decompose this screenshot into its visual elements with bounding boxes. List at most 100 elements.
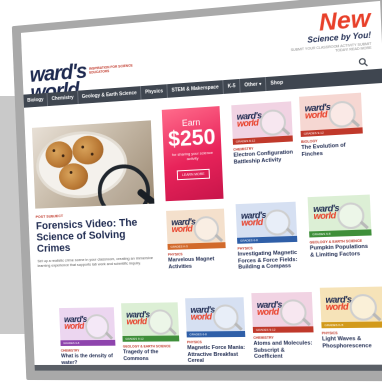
card-thumbnail: ward's world GRADES 6-8 — [235, 201, 298, 244]
nav-item-biology[interactable]: Biology — [23, 92, 49, 108]
magnifier-handle — [214, 233, 224, 243]
article-card[interactable]: ward's world GRADES 6-8 CHEMISTRY What is th… — [59, 307, 116, 366]
card-grade: GRADES K-5 — [321, 321, 382, 329]
nav-item-shop[interactable]: Shop — [266, 76, 287, 91]
card-grade: GRADES 9-12 — [300, 127, 363, 137]
magnifier-handle — [104, 331, 113, 340]
card-grade: GRADES 9-12 — [252, 326, 314, 333]
card-thumbnail: ward's world GRADES 9-12 — [299, 92, 363, 137]
card-grade: GRADES 9-12 — [122, 335, 180, 342]
card-title[interactable]: Magnetic Force Mania: Attractive Breakfa… — [187, 345, 246, 364]
article-card[interactable]: ward's world GRADES 6-8 PHYSICS Magnetic For… — [185, 297, 246, 364]
card-category: CHEMISTRY — [60, 348, 80, 353]
magnifier-icon — [328, 100, 357, 129]
magnifier-handle — [234, 322, 243, 331]
choc-chip — [90, 152, 94, 156]
card-logo: ward's world — [240, 209, 267, 228]
magnifier-handle — [281, 127, 291, 136]
choc-chip — [61, 154, 65, 158]
card-category: PHYSICS — [321, 331, 338, 336]
nav-item-chemistry[interactable]: Chemistry — [47, 90, 79, 107]
search-icon[interactable] — [358, 57, 368, 67]
card-logo: ward's world — [325, 294, 352, 312]
magnifier-icon — [259, 108, 287, 137]
article-card[interactable]: ward's world GRADES 9-12 GEOLOGY & EARTH SC… — [121, 302, 180, 362]
card-thumbnail: ward's world GRADES K-5 — [319, 286, 382, 329]
article-card[interactable]: ward's world GRADES 6-8 PHYSICS Investigatin… — [235, 201, 299, 271]
featured-description: Set up a realistic crime scene in your c… — [37, 255, 154, 268]
magnifier-icon — [336, 201, 365, 230]
card-grade: GRADES 6-8 — [237, 235, 298, 244]
earn-ad[interactable]: Earn $250 for sharing your science activ… — [161, 106, 224, 202]
card-category: PHYSICS — [186, 340, 202, 345]
card-title[interactable]: Marvelous Magnet Activities — [168, 256, 227, 270]
card-category: CHEMISTRY — [253, 335, 274, 340]
featured-post[interactable]: POST SUBJECT Forensics Video: The Scienc… — [31, 120, 157, 268]
article-card[interactable]: ward's world GRADES 6-8 GEOLOGY & EARTH SCI… — [307, 194, 373, 259]
article-card[interactable]: ward's world GRADES 9-12 BIOLOGY The Evoluti… — [299, 92, 364, 158]
card-logo: ward's world — [125, 309, 150, 327]
card-logo: ward's world — [171, 216, 196, 235]
card-title[interactable]: Electron Configuration Battleship Activi… — [233, 149, 293, 166]
article-card[interactable]: ward's world GRADES K-5 PHYSICS Marvelous Ma… — [166, 208, 227, 271]
card-logo: ward's world — [256, 299, 283, 317]
device-mockup: ward's world INSPIRATION FOR SCIENCE EDU… — [6, 0, 382, 382]
card-logo: ward's world — [63, 314, 88, 331]
chevron-down-icon: ▾ — [258, 81, 262, 88]
card-category: GEOLOGY & EARTH SCIENCE — [122, 344, 171, 349]
magnifier-handle — [359, 220, 369, 230]
card-thumbnail: ward's world GRADES 6-8 — [185, 297, 246, 338]
card-title[interactable]: The Evolution of Finches — [301, 142, 364, 158]
card-title[interactable]: Atoms and Molecules: Subscript & Coeffic… — [253, 340, 314, 360]
card-title[interactable]: Pumpkin Populations & Limiting Factors — [310, 244, 373, 259]
article-card[interactable]: ward's world GRADES 9-12 CHEMISTRY Electron … — [231, 101, 294, 165]
card-grade: GRADES 6-8 — [186, 330, 246, 338]
magnifier-handle — [168, 327, 177, 336]
card-grade: GRADES 6-8 — [60, 339, 116, 346]
magnifier-icon — [263, 208, 291, 236]
card-logo: ward's world — [313, 202, 340, 222]
magnifier-icon — [193, 215, 220, 243]
learn-more-button[interactable]: LEARN MORE — [177, 168, 210, 181]
card-thumbnail: ward's world GRADES 9-12 — [251, 291, 314, 333]
featured-image — [31, 120, 155, 209]
card-grade: GRADES 9-12 — [232, 135, 293, 145]
logo-tagline: INSPIRATION FOR SCIENCE EDUCATORS — [88, 63, 133, 75]
card-thumbnail: ward's world GRADES 9-12 — [121, 302, 180, 342]
card-title[interactable]: Light Waves & Phosphorescence — [322, 336, 382, 350]
card-thumbnail: ward's world GRADES 6-8 — [307, 194, 372, 238]
choc-chip — [81, 145, 85, 149]
magnifier-icon — [212, 304, 240, 331]
nav-item-stem[interactable]: STEM & Makerspace — [167, 80, 224, 98]
featured-title[interactable]: Forensics Video: The Science of Solving … — [36, 216, 157, 255]
magnifier-icon — [279, 299, 308, 326]
card-thumbnail: ward's world GRADES 6-8 — [59, 307, 116, 346]
magnifier-handle — [302, 317, 311, 327]
card-thumbnail: ward's world GRADES 9-12 — [231, 101, 293, 145]
article-card[interactable]: ward's world GRADES K-5 PHYSICS Light Waves … — [319, 286, 382, 350]
nav-item-k5[interactable]: K-5 — [223, 78, 241, 94]
card-logo: ward's world — [236, 110, 262, 129]
card-title[interactable]: Tragedy of the Commons — [123, 349, 180, 362]
card-logo: ward's world — [304, 101, 331, 121]
card-grade: GRADES 6-8 — [309, 229, 372, 238]
magnifier-handle — [285, 227, 295, 236]
card-title[interactable]: Investigating Magnetic Forces & Force Fi… — [238, 250, 299, 271]
website-screen: ward's world INSPIRATION FOR SCIENCE EDU… — [20, 0, 382, 371]
choc-chip — [69, 170, 73, 174]
card-logo: ward's world — [190, 304, 215, 322]
ad-amount: $250 — [167, 124, 216, 152]
promo-banner[interactable]: New Science by You! SUBMIT YOUR CLASSROO… — [281, 5, 372, 57]
nav-item-other[interactable]: Other ▾ — [240, 77, 267, 93]
article-card[interactable]: ward's world GRADES 9-12 CHEMISTRY Atoms and… — [251, 291, 314, 360]
magnifier-handle — [372, 312, 382, 322]
card-thumbnail: ward's world GRADES K-5 — [166, 208, 226, 250]
card-grade: GRADES K-5 — [167, 242, 226, 250]
magnifier-icon — [349, 293, 378, 321]
nav-item-other-label: Other — [244, 81, 258, 89]
choc-chip — [52, 149, 56, 153]
nav-item-physics[interactable]: Physics — [141, 84, 169, 100]
content-grid: POST SUBJECT Forensics Video: The Scienc… — [24, 87, 382, 371]
footer-bar — [34, 364, 382, 371]
magnifier-handle — [350, 118, 361, 128]
